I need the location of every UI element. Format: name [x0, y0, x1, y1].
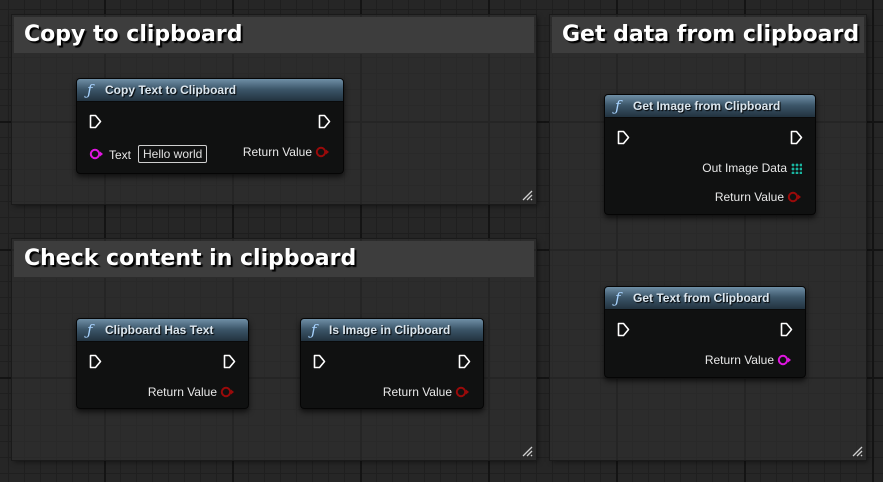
node-header[interactable]: ƒ Is Image in Clipboard: [301, 319, 483, 342]
comment-title: Copy to clipboard: [24, 22, 243, 47]
node-is-image-in-clipboard[interactable]: ƒ Is Image in Clipboard Return Value: [300, 318, 484, 409]
node-copy-text-to-clipboard[interactable]: ƒ Copy Text to Clipboard Text Hello worl…: [76, 78, 344, 174]
exec-output-pin-icon[interactable]: [790, 130, 803, 145]
resize-handle-icon[interactable]: [851, 445, 863, 457]
exec-input-pin-icon[interactable]: [313, 354, 326, 369]
resize-handle-icon[interactable]: [521, 189, 533, 201]
bool-output-pin-icon[interactable]: [787, 191, 803, 203]
comment-title: Check content in clipboard: [24, 246, 357, 271]
function-icon: ƒ: [87, 321, 93, 339]
text-pin-label: Text: [109, 148, 132, 162]
node-get-image-from-clipboard[interactable]: ƒ Get Image from Clipboard Out Image Dat…: [604, 94, 816, 215]
exec-input-pin-icon[interactable]: [89, 354, 102, 369]
comment-header[interactable]: Copy to clipboard: [14, 17, 534, 54]
resize-handle-icon[interactable]: [521, 445, 533, 457]
comment-header[interactable]: Check content in clipboard: [14, 241, 534, 278]
bool-output-pin-icon[interactable]: [315, 146, 331, 158]
bool-output-pin-icon[interactable]: [220, 386, 236, 398]
comment-title: Get data from clipboard: [562, 22, 860, 47]
node-title: Copy Text to Clipboard: [105, 83, 237, 97]
out-image-data-label: Out Image Data: [702, 161, 787, 175]
node-header[interactable]: ƒ Clipboard Has Text: [77, 319, 248, 342]
node-title: Is Image in Clipboard: [329, 323, 451, 337]
return-value-label: Return Value: [382, 385, 452, 399]
return-value-label: Return Value: [704, 353, 774, 367]
exec-output-pin-icon[interactable]: [223, 354, 236, 369]
return-value-label: Return Value: [714, 190, 784, 204]
text-value-input[interactable]: Hello world: [138, 145, 208, 163]
function-icon: ƒ: [87, 81, 93, 99]
function-icon: ƒ: [311, 321, 317, 339]
exec-input-pin-icon[interactable]: [617, 322, 630, 337]
node-header[interactable]: ƒ Get Text from Clipboard: [605, 287, 805, 310]
exec-input-pin-icon[interactable]: [89, 114, 102, 129]
node-title: Clipboard Has Text: [105, 323, 214, 337]
return-value-label: Return Value: [242, 145, 312, 159]
exec-output-pin-icon[interactable]: [458, 354, 471, 369]
exec-output-pin-icon[interactable]: [780, 322, 793, 337]
string-input-pin-icon[interactable]: [89, 148, 105, 160]
struct-output-pin-icon[interactable]: [791, 163, 802, 174]
node-get-text-from-clipboard[interactable]: ƒ Get Text from Clipboard Return Value: [604, 286, 806, 378]
node-clipboard-has-text[interactable]: ƒ Clipboard Has Text Return Value: [76, 318, 249, 409]
function-icon: ƒ: [615, 289, 621, 307]
node-header[interactable]: ƒ Copy Text to Clipboard: [77, 79, 343, 102]
function-icon: ƒ: [615, 97, 621, 115]
node-header[interactable]: ƒ Get Image from Clipboard: [605, 95, 815, 118]
return-value-label: Return Value: [147, 385, 217, 399]
string-output-pin-icon[interactable]: [777, 354, 793, 366]
exec-input-pin-icon[interactable]: [617, 130, 630, 145]
node-title: Get Text from Clipboard: [633, 291, 770, 305]
node-title: Get Image from Clipboard: [633, 99, 781, 113]
exec-output-pin-icon[interactable]: [318, 114, 331, 129]
bool-output-pin-icon[interactable]: [455, 386, 471, 398]
comment-get-data[interactable]: Get data from clipboard: [550, 15, 866, 460]
comment-header[interactable]: Get data from clipboard: [552, 17, 864, 54]
